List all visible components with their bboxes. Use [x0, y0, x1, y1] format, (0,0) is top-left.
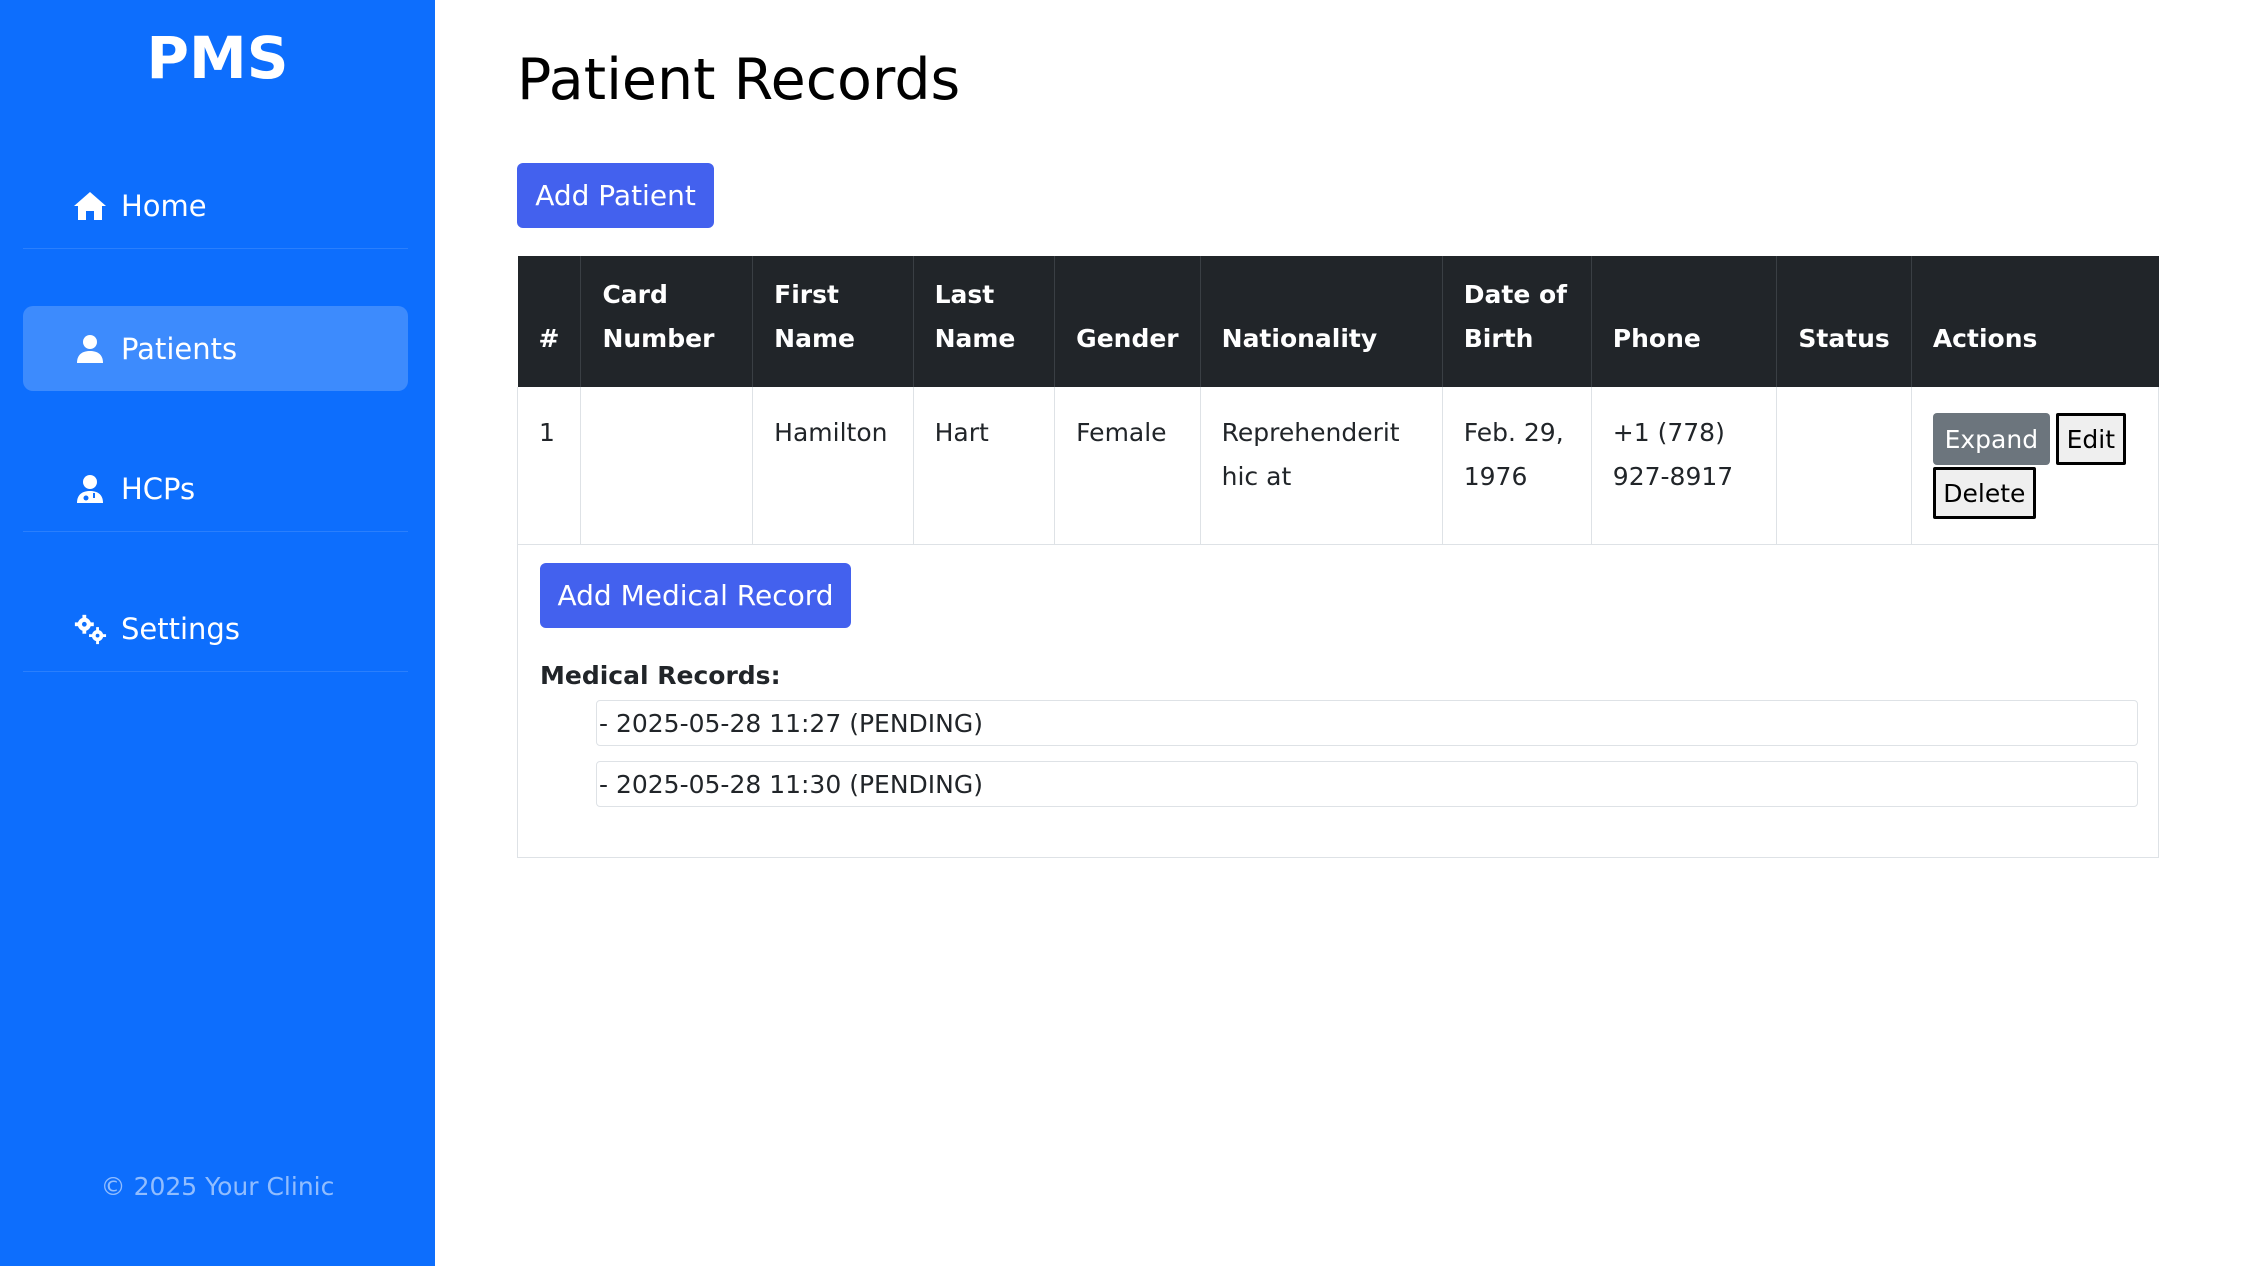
medical-record-item[interactable]: - 2025-05-28 11:27 (PENDING) — [596, 700, 2138, 746]
cell-first-name: Hamilton — [752, 387, 914, 545]
add-patient-button[interactable]: Add Patient — [517, 163, 714, 228]
header-last-name: Last Name — [913, 256, 1056, 387]
cell-status — [1776, 387, 1912, 545]
cell-gender: Female — [1054, 387, 1201, 545]
header-gender: Gender — [1054, 256, 1201, 387]
header-dob: Date of Birth — [1442, 256, 1592, 387]
sidebar-item-label: Settings — [121, 612, 240, 646]
sidebar-footer: © 2025 Your Clinic — [100, 1172, 335, 1201]
sidebar-item-settings[interactable]: Settings — [23, 587, 408, 672]
page-title: Patient Records — [517, 47, 961, 113]
sidebar-item-label: Patients — [121, 331, 238, 366]
sidebar-item-hcps[interactable]: HCPs — [23, 447, 408, 532]
expand-button[interactable]: Expand — [1932, 413, 2050, 465]
gears-icon — [73, 612, 107, 646]
table-row: 1 Hamilton Hart Female Reprehenderit hic … — [516, 387, 2160, 545]
patient-table: # Card Number First Name Last Name Gender N… — [516, 256, 2160, 545]
medical-records-list: - 2025-05-28 11:27 (PENDING) - 2025-05-2… — [596, 700, 2138, 822]
delete-button[interactable]: Delete — [1932, 467, 2036, 519]
header-num: # — [517, 256, 582, 387]
medical-records-label: Medical Records: — [540, 661, 781, 690]
medical-record-item[interactable]: - 2025-05-28 11:30 (PENDING) — [596, 761, 2138, 807]
cell-actions: Expand Edit Delete — [1910, 387, 2160, 545]
sidebar-item-label: Home — [121, 189, 207, 223]
cell-phone: +1 (778) 927-8917 — [1590, 387, 1778, 545]
header-actions: Actions — [1911, 256, 2159, 387]
cell-card-number — [580, 387, 754, 545]
sidebar-item-home[interactable]: Home — [23, 164, 408, 249]
home-icon — [73, 189, 107, 223]
table-header-row: # Card Number First Name Last Name Gender N… — [517, 256, 2159, 387]
add-medical-record-button[interactable]: Add Medical Record — [540, 563, 851, 628]
brand-logo[interactable]: PMS — [0, 22, 435, 94]
header-phone: Phone — [1591, 256, 1778, 387]
edit-button[interactable]: Edit — [2055, 413, 2126, 465]
cell-num: 1 — [516, 387, 582, 545]
user-icon — [73, 332, 107, 366]
header-first-name: First Name — [752, 256, 914, 387]
header-status: Status — [1776, 256, 1912, 387]
sidebar-item-label: HCPs — [121, 472, 196, 506]
cell-nationality: Reprehenderit hic at — [1199, 387, 1443, 545]
header-card-number: Card Number — [580, 256, 754, 387]
cell-last-name: Hart — [912, 387, 1056, 545]
expanded-patient-panel: Add Medical Record Medical Records: - 20… — [517, 543, 2159, 858]
cell-dob: Feb. 29, 1976 — [1441, 387, 1592, 545]
doctor-icon — [73, 472, 107, 506]
sidebar-item-patients[interactable]: Patients — [23, 306, 408, 391]
header-nationality: Nationality — [1200, 256, 1443, 387]
sidebar: PMS Home Patients HCPs Settings © 2025 Y… — [0, 0, 435, 1266]
